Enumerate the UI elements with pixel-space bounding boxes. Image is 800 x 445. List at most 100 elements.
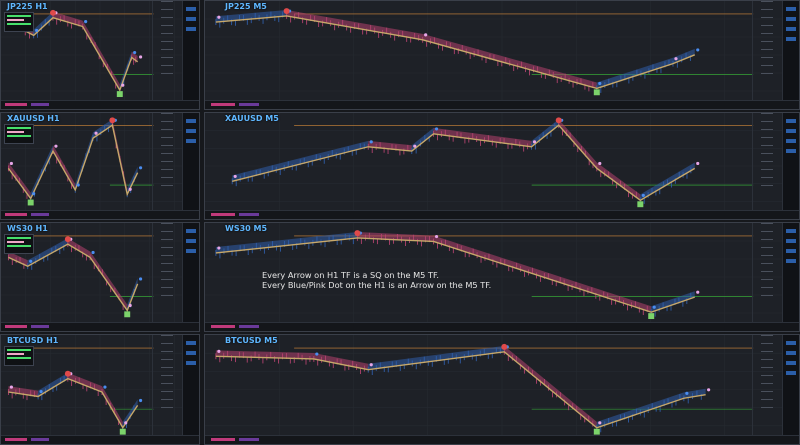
pink-dot-icon <box>369 363 373 367</box>
chart-pane-ws30-h1[interactable]: WS30 H1 <box>0 222 200 332</box>
side-panel <box>182 1 199 109</box>
up-arrow-icon <box>27 199 34 206</box>
ribbon-segment <box>67 372 102 393</box>
price-scale <box>152 113 183 219</box>
side-panel <box>782 113 799 219</box>
info-panel <box>4 12 34 32</box>
blue-dot-icon <box>652 305 656 309</box>
blue-dot-icon <box>696 48 700 52</box>
annotation-line-2: Every Blue/Pink Dot on the H1 is an Arro… <box>262 280 492 290</box>
side-panel <box>182 335 199 444</box>
chart-pane-jp225-m5[interactable]: JP225 M5 <box>204 0 800 110</box>
price-scale <box>152 335 183 444</box>
annotation-text: Every Arrow on H1 TF is a SQ on the M5 T… <box>262 270 491 290</box>
annotation-line-1: Every Arrow on H1 TF is a SQ on the M5 T… <box>262 270 439 280</box>
pink-dot-icon <box>9 385 13 389</box>
status-bar <box>205 322 799 331</box>
info-panel <box>4 234 34 254</box>
status-bar <box>205 210 799 219</box>
status-bar <box>205 435 799 444</box>
pink-dot-icon <box>233 174 237 178</box>
pink-dot-icon <box>696 290 700 294</box>
pink-dot-icon <box>139 55 143 59</box>
status-bar <box>1 435 199 444</box>
chart-pane-btcusd-m5[interactable]: BTCUSD M5 <box>204 334 800 445</box>
up-arrow-icon <box>119 428 126 435</box>
price-scale <box>752 223 783 331</box>
down-arrow-icon <box>109 117 116 124</box>
up-arrow-icon <box>593 89 600 96</box>
chart-pane-jp225-h1[interactable]: JP225 H1 <box>0 0 200 110</box>
blue-dot-icon <box>29 259 33 263</box>
pink-dot-icon <box>128 187 132 191</box>
up-arrow-icon <box>124 311 131 318</box>
chart-pane-xauusd-h1[interactable]: XAUUSD H1 <box>0 112 200 220</box>
blue-dot-icon <box>84 20 88 24</box>
up-arrow-icon <box>648 313 655 320</box>
pink-dot-icon <box>674 57 678 61</box>
chart-title: JP225 M5 <box>225 2 267 11</box>
blue-dot-icon <box>139 398 143 403</box>
pink-dot-icon <box>413 144 417 148</box>
up-arrow-icon <box>593 428 600 435</box>
blue-dot-icon <box>139 277 143 281</box>
ribbon-segment <box>651 291 695 313</box>
price-plot <box>205 113 799 219</box>
info-panel <box>4 346 34 366</box>
price-scale <box>152 223 183 331</box>
blue-dot-icon <box>434 127 439 131</box>
pink-dot-icon <box>217 246 221 250</box>
price-plot <box>205 335 799 444</box>
side-panel <box>782 1 799 109</box>
blue-dot-icon <box>133 50 137 55</box>
chart-title: JP225 H1 <box>7 2 48 11</box>
ribbon-segment <box>38 372 68 397</box>
pink-dot-icon <box>598 421 602 425</box>
down-arrow-icon <box>283 8 290 14</box>
chart-pane-btcusd-h1[interactable]: BTCUSD H1 <box>0 334 200 445</box>
price-scale <box>752 335 783 444</box>
chart-title: WS30 M5 <box>225 224 268 233</box>
blue-dot-icon <box>369 140 373 144</box>
status-bar <box>1 322 199 331</box>
down-arrow-icon <box>64 236 71 243</box>
price-scale <box>752 113 783 219</box>
chart-title: BTCUSD M5 <box>225 336 278 345</box>
chart-pane-xauusd-m5[interactable]: XAUUSD M5 <box>204 112 800 220</box>
pink-dot-icon <box>94 131 98 135</box>
down-arrow-icon <box>555 117 562 124</box>
up-arrow-icon <box>637 201 644 208</box>
pink-dot-icon <box>434 234 439 239</box>
side-panel <box>782 223 799 331</box>
blue-dot-icon <box>685 391 689 395</box>
blue-dot-icon <box>32 192 36 196</box>
pink-dot-icon <box>121 83 125 87</box>
blue-dot-icon <box>91 250 95 255</box>
status-bar <box>1 100 199 109</box>
blue-dot-icon <box>103 385 107 389</box>
price-plot <box>205 1 799 109</box>
pink-dot-icon <box>128 303 132 308</box>
pink-dot-icon <box>707 388 711 392</box>
side-panel <box>182 223 199 331</box>
pink-dot-icon <box>54 144 58 148</box>
side-panel <box>782 335 799 444</box>
chart-title: XAUUSD M5 <box>225 114 279 123</box>
blue-dot-icon <box>39 389 43 394</box>
blue-dot-icon <box>641 193 645 197</box>
price-scale <box>152 1 183 109</box>
pink-dot-icon <box>124 421 128 425</box>
ribbon-segment <box>596 162 641 201</box>
up-arrow-icon <box>116 91 123 98</box>
pink-dot-icon <box>598 161 602 166</box>
pink-dot-icon <box>217 349 221 353</box>
pink-dot-icon <box>217 15 221 19</box>
chart-title: XAUUSD H1 <box>7 114 60 123</box>
ribbon-segment <box>93 119 113 139</box>
pink-dot-icon <box>696 161 700 166</box>
side-panel <box>182 113 199 219</box>
zigzag-line <box>8 377 139 430</box>
blue-dot-icon <box>139 166 143 170</box>
ribbon-segment <box>215 232 358 253</box>
down-arrow-icon <box>501 343 508 350</box>
